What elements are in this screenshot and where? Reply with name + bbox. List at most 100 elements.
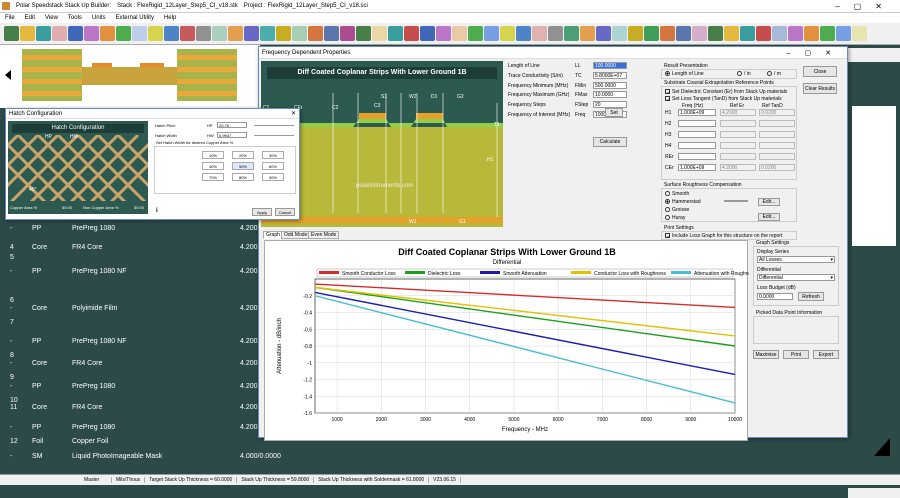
hatch-percent-button[interactable]: 90% (262, 173, 284, 181)
substrate-er-input[interactable] (720, 142, 756, 149)
hatch-percent-button[interactable]: 40% (202, 162, 224, 170)
substrate-tand-input[interactable] (759, 131, 795, 138)
toolbar-button-icon[interactable] (468, 26, 483, 41)
toolbar-button-icon[interactable] (804, 26, 819, 41)
hammerstad-edit-button[interactable]: Edit... (758, 198, 780, 206)
tab-odd-mode[interactable]: Odd Mode (281, 231, 311, 239)
toolbar-button-icon[interactable] (212, 26, 227, 41)
hatch-pitch-input[interactable]: 20.76 (217, 122, 247, 128)
toolbar-button-icon[interactable] (436, 26, 451, 41)
hatch-apply-button[interactable]: Apply (252, 208, 272, 216)
display-series-select[interactable]: All Losses ▾ (757, 256, 835, 263)
toolbar-button-icon[interactable] (724, 26, 739, 41)
substrate-freq-input[interactable]: 1.000E+09 (678, 109, 716, 116)
toolbar-button-icon[interactable] (740, 26, 755, 41)
hatch-percent-button[interactable]: 20% (232, 151, 254, 159)
toolbar-button-icon[interactable] (148, 26, 163, 41)
info-icon[interactable]: i (156, 208, 158, 214)
substrate-tand-input[interactable]: 0.0200 (759, 109, 795, 116)
toolbar-button-icon[interactable] (132, 26, 147, 41)
menu-view[interactable]: View (40, 15, 63, 21)
scroll-left-icon[interactable] (5, 70, 11, 80)
toolbar-button-icon[interactable] (36, 26, 51, 41)
menu-tools[interactable]: Tools (63, 15, 87, 21)
hatch-percent-button[interactable]: 80% (232, 173, 254, 181)
huray-edit-button[interactable]: Edit... (758, 213, 780, 221)
toolbar-button-icon[interactable] (164, 26, 179, 41)
hatch-cancel-button[interactable]: Cancel (275, 208, 295, 216)
toolbar-button-icon[interactable] (564, 26, 579, 41)
toolbar-button-icon[interactable] (708, 26, 723, 41)
hatch-percent-button[interactable]: 10% (202, 151, 224, 159)
hatch-percent-button[interactable]: 50% (232, 162, 254, 170)
hatch-close-icon[interactable]: ✕ (291, 110, 299, 117)
hatch-percent-button[interactable]: 30% (262, 151, 284, 159)
toolbar-button-icon[interactable] (84, 26, 99, 41)
hatch-pitch-slider[interactable] (254, 125, 294, 126)
window-controls[interactable]: –▢✕ (835, 2, 900, 11)
toolbar-button-icon[interactable] (244, 26, 259, 41)
toolbar-button-icon[interactable] (452, 26, 467, 41)
set-tand-checkbox[interactable]: ✓ Set Loss Tangent (TanD) from Stack Up m… (665, 96, 782, 103)
differential-select[interactable]: Differential ▾ (757, 274, 835, 281)
toolbar-button-icon[interactable] (4, 26, 19, 41)
toolbar-button-icon[interactable] (628, 26, 643, 41)
substrate-tand-input[interactable] (759, 153, 795, 160)
toolbar-button-icon[interactable] (660, 26, 675, 41)
substrate-er-input[interactable] (720, 131, 756, 138)
maximise-button[interactable]: Maximise (753, 350, 779, 359)
substrate-freq-input[interactable]: 1.000E+09 (678, 164, 716, 171)
toolbar-button-icon[interactable] (580, 26, 595, 41)
toolbar-button-icon[interactable] (500, 26, 515, 41)
toolbar-button-icon[interactable] (52, 26, 67, 41)
rough-opt-huray[interactable]: Huray (665, 215, 685, 221)
toolbar-button-icon[interactable] (276, 26, 291, 41)
toolbar-button-icon[interactable] (196, 26, 211, 41)
tab-even-mode[interactable]: Even Mode (308, 231, 340, 239)
menu-file[interactable]: File (0, 15, 20, 21)
rough-opt-hammerstad[interactable]: Hammerstad (665, 199, 701, 205)
close-button[interactable]: Close (803, 66, 837, 77)
toolbar-button-icon[interactable] (692, 26, 707, 41)
substrate-tand-input[interactable] (759, 120, 795, 127)
toolbar-button-icon[interactable] (548, 26, 563, 41)
menu-edit[interactable]: Edit (20, 15, 40, 21)
toolbar-button-icon[interactable] (308, 26, 323, 41)
toolbar-button-icon[interactable] (420, 26, 435, 41)
substrate-tand-input[interactable]: 0.0200 (759, 164, 795, 171)
menu-external-utility[interactable]: External Utility (111, 15, 159, 21)
toolbar-button-icon[interactable] (260, 26, 275, 41)
fdp-window-controls[interactable]: –▢✕ (787, 49, 847, 57)
param-input[interactable]: 5.8000E+07 (593, 71, 627, 79)
substrate-tand-input[interactable] (759, 142, 795, 149)
toolbar-button-icon[interactable] (292, 26, 307, 41)
substrate-freq-input[interactable] (678, 131, 716, 138)
toolbar-button-icon[interactable] (180, 26, 195, 41)
toolbar-button-icon[interactable] (772, 26, 787, 41)
toolbar-button-icon[interactable] (836, 26, 851, 41)
substrate-er-input[interactable] (720, 153, 756, 160)
toolbar-button-icon[interactable] (340, 26, 355, 41)
roughness-slider[interactable] (724, 200, 748, 202)
toolbar-button-icon[interactable] (852, 26, 867, 41)
menu-help[interactable]: Help (159, 15, 181, 21)
toolbar-button-icon[interactable] (20, 26, 35, 41)
substrate-er-input[interactable] (720, 120, 756, 127)
substrate-er-input[interactable]: 4.2000 (720, 164, 756, 171)
toolbar-button-icon[interactable] (116, 26, 131, 41)
hatch-percent-button[interactable]: 60% (262, 162, 284, 170)
hatch-percent-button[interactable]: 70% (202, 173, 224, 181)
substrate-er-input[interactable]: 4.2000 (720, 109, 756, 116)
result-opt-per-m[interactable]: / m (767, 71, 781, 77)
toolbar-button-icon[interactable] (404, 26, 419, 41)
menu-units[interactable]: Units (87, 15, 111, 21)
toolbar-button-icon[interactable] (388, 26, 403, 41)
calculate-button[interactable]: Calculate (593, 137, 627, 147)
toolbar-button-icon[interactable] (100, 26, 115, 41)
set-button[interactable]: Set (605, 108, 623, 117)
tab-graph[interactable]: Graph (263, 231, 283, 239)
param-input[interactable]: 500.0000 (593, 81, 627, 89)
toolbar-button-icon[interactable] (516, 26, 531, 41)
toolbar-button-icon[interactable] (596, 26, 611, 41)
loss-budget-input[interactable]: 0.0000 (757, 293, 793, 300)
